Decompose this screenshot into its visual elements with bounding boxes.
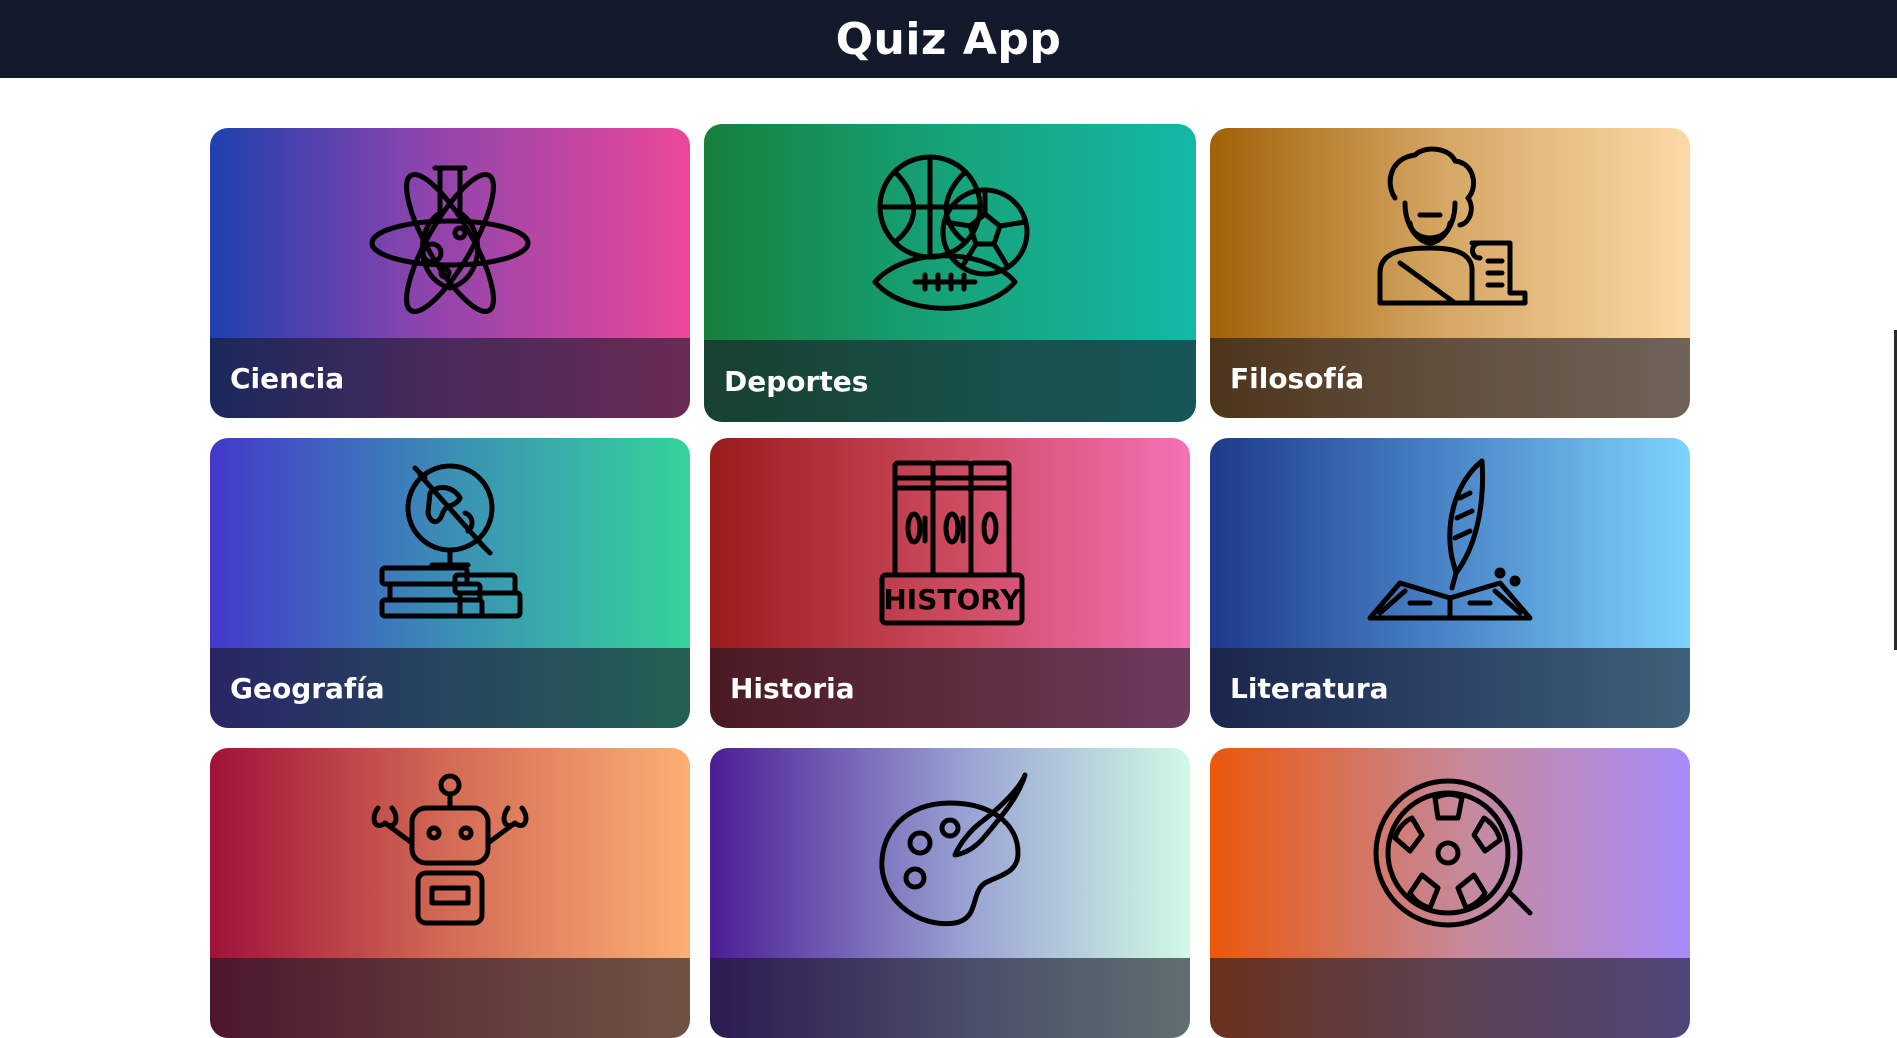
category-card-robot[interactable]: [210, 748, 690, 1038]
category-card-filosofia[interactable]: Filosofía: [1210, 128, 1690, 418]
category-label: Filosofía: [1230, 361, 1365, 395]
category-card-cine[interactable]: [1210, 748, 1690, 1038]
card-label-bar: Ciencia: [210, 338, 690, 418]
svg-text:HISTORY: HISTORY: [883, 583, 1021, 616]
sports-balls-icon: [872, 154, 1030, 311]
card-illustration: [1210, 438, 1690, 648]
card-illustration: [710, 748, 1190, 958]
category-label: Literatura: [1230, 671, 1389, 705]
card-illustration: [210, 128, 690, 338]
card-label-bar: Geografía: [210, 648, 690, 728]
card-label-bar: Literatura: [1210, 648, 1690, 728]
category-label: Deportes: [724, 364, 869, 398]
app-header: Quiz App: [0, 0, 1897, 78]
category-label: Historia: [730, 671, 855, 705]
card-illustration: HISTORY: [710, 438, 1190, 648]
category-card-deportes[interactable]: Deportes: [704, 124, 1196, 422]
card-label-bar: [210, 958, 690, 1038]
category-label: Geografía: [230, 671, 385, 705]
category-card-literatura[interactable]: Literatura: [1210, 438, 1690, 728]
globe-books-icon: [379, 463, 523, 619]
card-illustration: [210, 438, 690, 648]
card-label-bar: Deportes: [704, 340, 1196, 422]
category-card-ciencia[interactable]: Ciencia: [210, 128, 690, 418]
history-books-icon: HISTORY: [879, 460, 1025, 626]
film-reel-icon: [1373, 778, 1533, 928]
card-label-bar: Historia: [710, 648, 1190, 728]
card-label-bar: [1210, 958, 1690, 1038]
card-label-bar: [710, 958, 1190, 1038]
category-label: Ciencia: [230, 361, 345, 395]
category-card-arte[interactable]: [710, 748, 1190, 1038]
philosopher-scroll-icon: [1377, 146, 1528, 306]
quill-book-icon: [1367, 458, 1533, 621]
card-illustration: [1210, 128, 1690, 338]
category-card-historia[interactable]: HISTORY Historia: [710, 438, 1190, 728]
card-illustration: [704, 124, 1196, 340]
science-flask-atom-icon: [369, 165, 531, 314]
art-palette-icon: [879, 772, 1028, 927]
card-illustration: [210, 748, 690, 958]
card-illustration: [1210, 748, 1690, 958]
category-card-geografia[interactable]: Geografía: [210, 438, 690, 728]
page-title: Quiz App: [835, 13, 1062, 65]
robot-icon: [371, 773, 529, 926]
card-label-bar: Filosofía: [1210, 338, 1690, 418]
